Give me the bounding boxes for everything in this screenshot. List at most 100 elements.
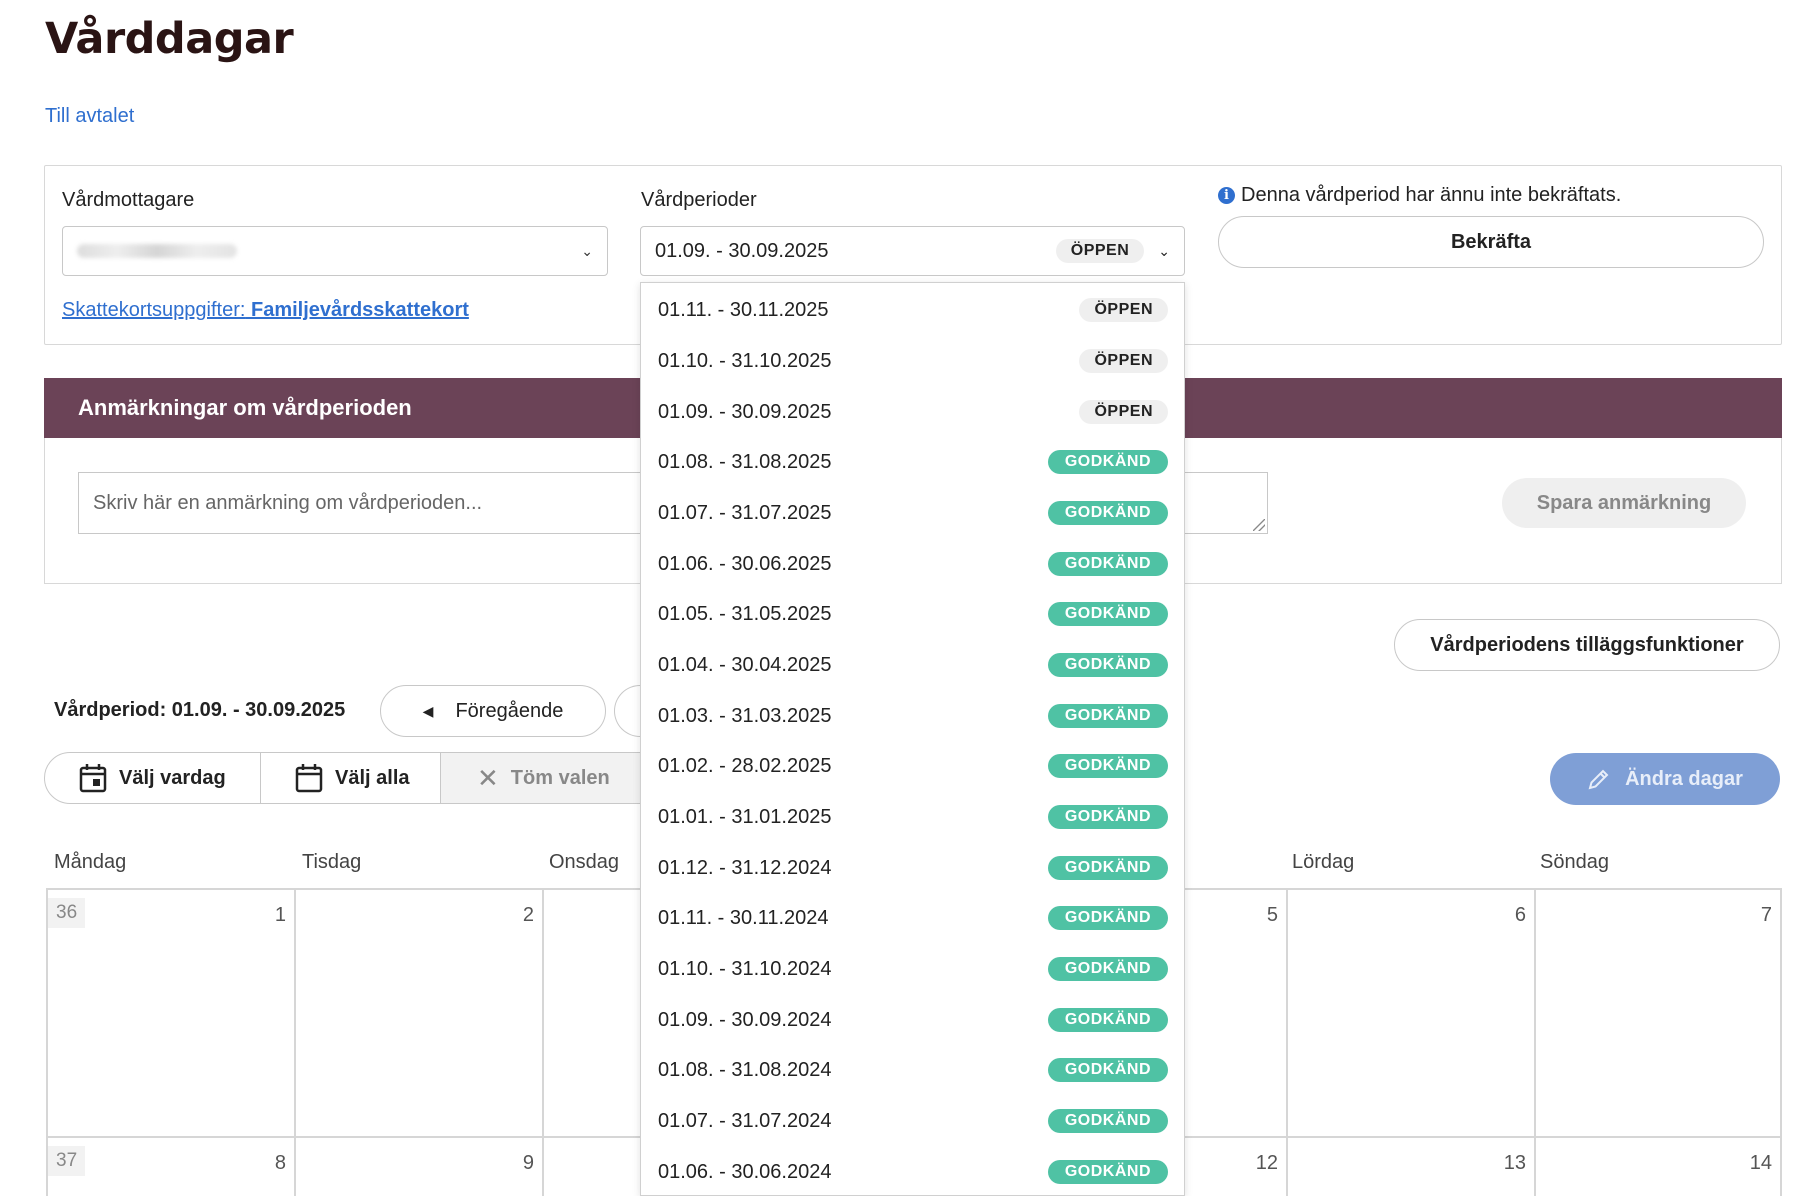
period-option[interactable]: 01.06. - 30.06.2025 GODKÄND	[641, 539, 1184, 589]
info-icon: i	[1218, 187, 1235, 204]
period-option[interactable]: 01.09. - 30.09.2024 GODKÄND	[641, 995, 1184, 1045]
calendar-day-cell[interactable]	[542, 1138, 642, 1196]
current-period-label: Vårdperiod: 01.09. - 30.09.2025	[54, 699, 346, 721]
period-option[interactable]: 01.07. - 31.07.2024 GODKÄND	[641, 1096, 1184, 1146]
select-all-button[interactable]: Välj alla	[261, 753, 441, 803]
status-badge: GODKÄND	[1047, 450, 1168, 474]
day-number: 6	[1514, 904, 1526, 926]
change-days-label: Ändra dagar	[1625, 767, 1743, 790]
calendar-icon	[295, 764, 323, 793]
chevron-down-icon: ⌄	[1158, 242, 1170, 259]
period-select[interactable]: 01.09. - 30.09.2025 ÖPPEN ⌄	[640, 226, 1185, 276]
period-status-badge: ÖPPEN	[1055, 239, 1145, 263]
status-badge: GODKÄND	[1047, 1160, 1168, 1184]
period-option-range: 01.06. - 30.06.2024	[658, 1160, 832, 1183]
day-number: 12	[1255, 1152, 1278, 1174]
period-option-range: 01.03. - 31.03.2025	[658, 704, 832, 727]
status-badge: GODKÄND	[1047, 501, 1168, 525]
period-option[interactable]: 01.04. - 30.04.2025 GODKÄND	[641, 640, 1184, 690]
status-badge: GODKÄND	[1047, 1008, 1168, 1032]
clear-selection-label: Töm valen	[510, 766, 610, 789]
period-option[interactable]: 01.12. - 31.12.2024 GODKÄND	[641, 843, 1184, 893]
period-option[interactable]: 01.10. - 31.10.2025 ÖPPEN	[641, 336, 1184, 386]
save-note-button[interactable]: Spara anmärkning	[1502, 478, 1746, 528]
status-badge: GODKÄND	[1047, 957, 1168, 981]
period-option-range: 01.08. - 31.08.2024	[658, 1058, 832, 1081]
status-badge: GODKÄND	[1047, 552, 1168, 576]
calendar-day-cell[interactable]: 37 8	[46, 1138, 294, 1196]
calendar-day-cell[interactable]: 7	[1534, 890, 1782, 1136]
period-option-range: 01.01. - 31.01.2025	[658, 805, 832, 828]
calendar-day-cell[interactable]: 9	[294, 1138, 542, 1196]
previous-button[interactable]: ◀ Föregående	[380, 685, 606, 737]
period-option-range: 01.05. - 31.05.2025	[658, 602, 832, 625]
calendar-day-cell[interactable]: 13	[1286, 1138, 1534, 1196]
select-weekday-button[interactable]: Välj vardag	[45, 753, 261, 803]
period-option[interactable]: 01.03. - 31.03.2025 GODKÄND	[641, 691, 1184, 741]
period-option[interactable]: 01.05. - 31.05.2025 GODKÄND	[641, 589, 1184, 639]
period-option-range: 01.04. - 30.04.2025	[658, 653, 832, 676]
period-option[interactable]: 01.08. - 31.08.2025 GODKÄND	[641, 437, 1184, 487]
tax-card-link-prefix: Skattekortsuppgifter:	[62, 299, 246, 321]
period-option-range: 01.02. - 28.02.2025	[658, 754, 832, 777]
day-number: 5	[1266, 904, 1278, 926]
calendar-day-cell[interactable]: 14	[1534, 1138, 1782, 1196]
calendar-day-cell[interactable]	[542, 890, 642, 1136]
status-badge: GODKÄND	[1047, 704, 1168, 728]
change-days-button[interactable]: Ändra dagar	[1550, 753, 1780, 805]
back-to-agreement-link[interactable]: Till avtalet	[45, 105, 134, 128]
period-option[interactable]: 01.11. - 30.11.2024 GODKÄND	[641, 893, 1184, 943]
calendar-day-cell[interactable]: 12	[1185, 1138, 1286, 1196]
period-dropdown-list: 01.11. - 30.11.2025 ÖPPEN 01.10. - 31.10…	[640, 282, 1185, 1196]
calendar-day-cell[interactable]: 36 1	[46, 890, 294, 1136]
period-option[interactable]: 01.09. - 30.09.2025 ÖPPEN	[641, 387, 1184, 437]
weekday-header-monday: Måndag	[54, 851, 127, 873]
tax-card-link[interactable]: Skattekortsuppgifter: Familjevårdsskatte…	[62, 299, 469, 322]
resize-grip-icon[interactable]	[1253, 519, 1265, 531]
status-badge: GODKÄND	[1047, 906, 1168, 930]
previous-label: Föregående	[455, 699, 564, 722]
period-option-range: 01.09. - 30.09.2024	[658, 1008, 832, 1031]
day-number: 2	[522, 904, 534, 926]
period-option-range: 01.11. - 30.11.2024	[658, 906, 829, 929]
tax-card-link-value: Familjevårdsskattekort	[251, 299, 469, 321]
status-badge: GODKÄND	[1047, 1058, 1168, 1082]
period-option-range: 01.09. - 30.09.2025	[658, 400, 832, 423]
recipient-label: Vårdmottagare	[62, 189, 195, 211]
week-number: 37	[48, 1146, 86, 1176]
period-option[interactable]: 01.08. - 31.08.2024 GODKÄND	[641, 1045, 1184, 1095]
status-badge: ÖPPEN	[1079, 400, 1168, 424]
weekday-header-saturday: Lördag	[1292, 851, 1355, 873]
calendar-day-cell[interactable]: 6	[1286, 890, 1534, 1136]
period-option-range: 01.11. - 30.11.2025	[658, 298, 829, 321]
day-number: 8	[274, 1152, 286, 1174]
period-option-range: 01.08. - 31.08.2025	[658, 450, 832, 473]
day-number: 9	[522, 1152, 534, 1174]
period-option-range: 01.10. - 31.10.2024	[658, 957, 832, 980]
period-option[interactable]: 01.01. - 31.01.2025 GODKÄND	[641, 792, 1184, 842]
confirm-button[interactable]: Bekräfta	[1218, 216, 1764, 268]
recipient-select[interactable]: ⌄	[62, 226, 608, 276]
calendar-day-cell[interactable]: 5	[1185, 890, 1286, 1136]
select-all-label: Välj alla	[335, 766, 410, 789]
status-badge: GODKÄND	[1047, 1109, 1168, 1133]
period-option[interactable]: 01.02. - 28.02.2025 GODKÄND	[641, 741, 1184, 791]
period-select-value: 01.09. - 30.09.2025	[655, 239, 829, 262]
calendar-day-icon	[79, 764, 107, 793]
calendar-day-cell[interactable]: 2	[294, 890, 542, 1136]
day-number: 13	[1503, 1152, 1526, 1174]
period-option[interactable]: 01.11. - 30.11.2025 ÖPPEN	[641, 285, 1184, 335]
period-option[interactable]: 01.10. - 31.10.2024 GODKÄND	[641, 944, 1184, 994]
recipient-name-redacted	[77, 244, 237, 258]
period-option[interactable]: 01.06. - 30.06.2024 GODKÄND	[641, 1147, 1184, 1195]
extra-functions-button[interactable]: Vårdperiodens tilläggsfunktioner	[1394, 619, 1780, 671]
period-option-range: 01.07. - 31.07.2025	[658, 501, 832, 524]
period-option-range: 01.12. - 31.12.2024	[658, 856, 832, 879]
close-icon: ✕	[477, 762, 499, 793]
period-option[interactable]: 01.07. - 31.07.2025 GODKÄND	[641, 488, 1184, 538]
day-number: 1	[274, 904, 286, 926]
status-badge: GODKÄND	[1047, 754, 1168, 778]
day-number: 14	[1749, 1152, 1772, 1174]
periods-label: Vårdperioder	[641, 189, 757, 211]
caret-left-icon: ◀	[422, 702, 434, 719]
